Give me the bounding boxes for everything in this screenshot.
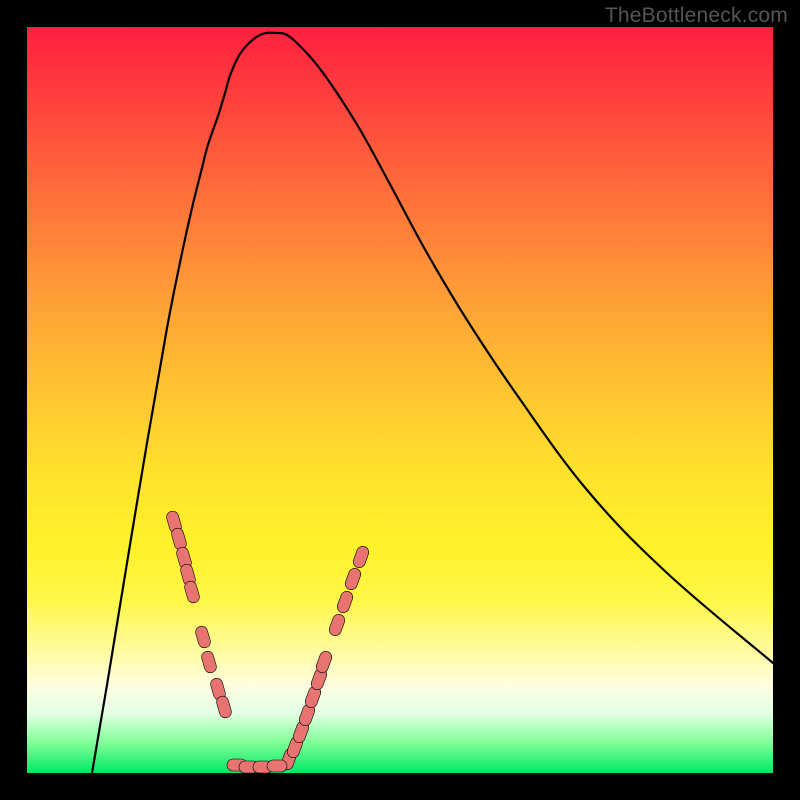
chart-frame: TheBottleneck.com <box>0 0 800 800</box>
gradient-background <box>27 27 773 773</box>
watermark-text: TheBottleneck.com <box>605 4 788 28</box>
plot-area <box>27 27 773 773</box>
